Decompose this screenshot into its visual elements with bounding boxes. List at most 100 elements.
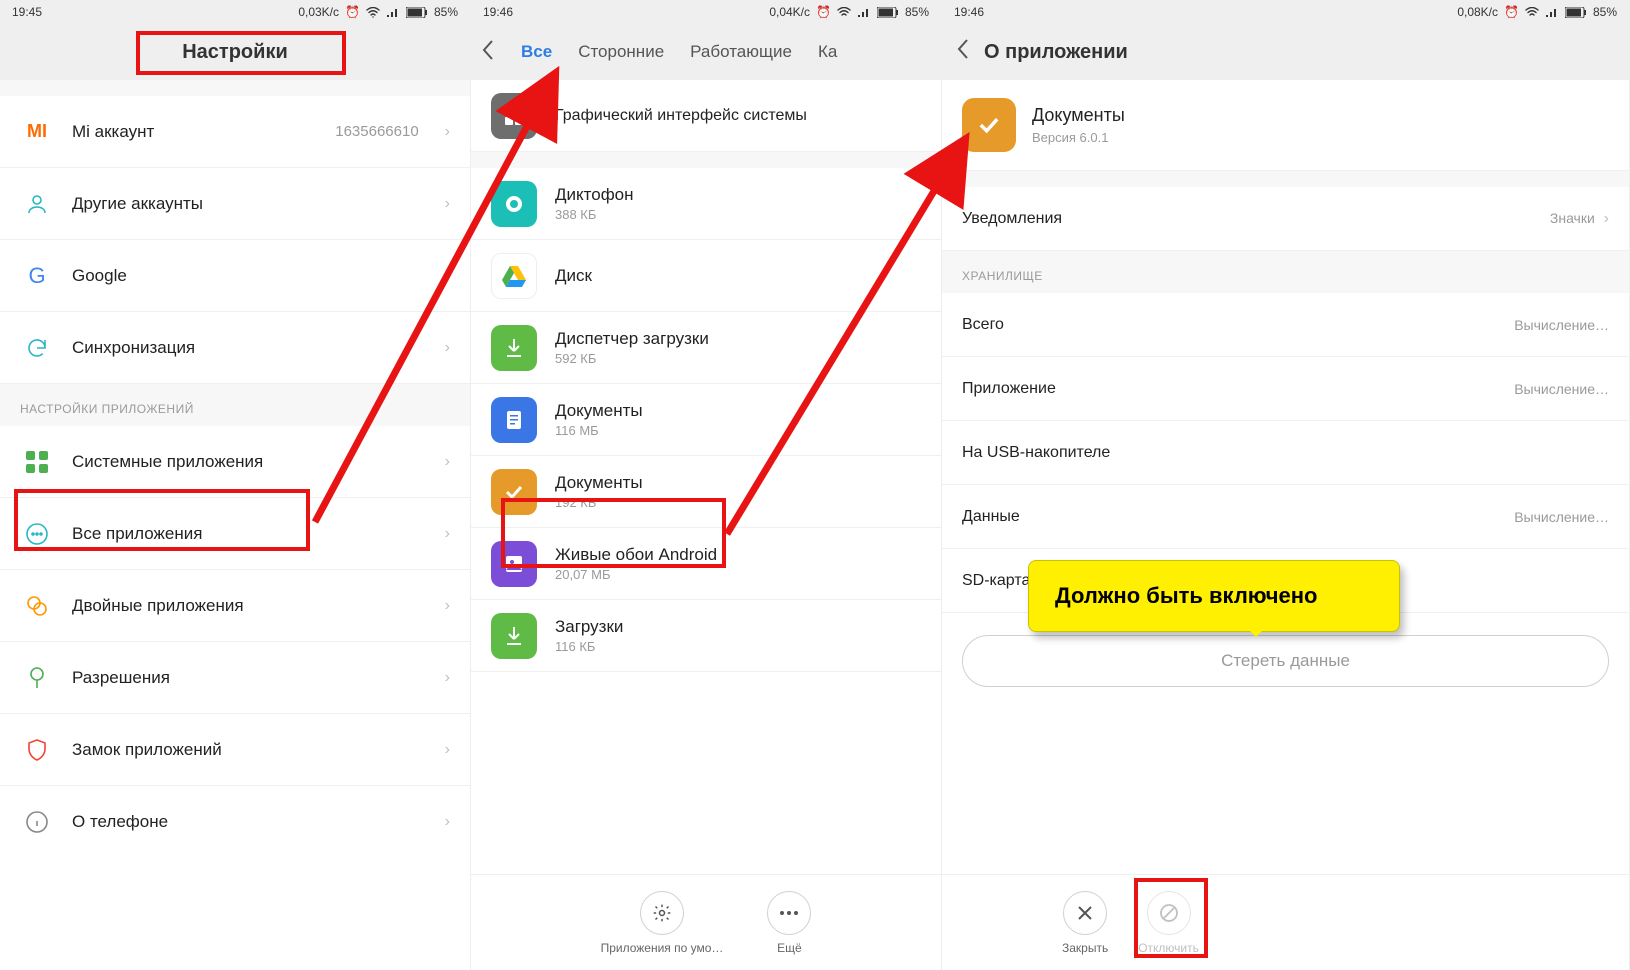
app-row-systemui[interactable]: Графический интерфейс системы xyxy=(471,80,941,152)
row-about-phone[interactable]: О телефоне › xyxy=(0,786,470,858)
person-icon xyxy=(20,187,54,221)
grid-icon xyxy=(20,445,54,479)
row-value: Вычисление… xyxy=(1514,509,1609,525)
disable-icon xyxy=(1147,891,1191,935)
settings-screen: 19:45 0,03K/c ⏰ 85% Настройки xyxy=(0,0,471,970)
app-icon xyxy=(491,181,537,227)
chevron-right-icon: › xyxy=(445,813,450,831)
battery-icon xyxy=(1565,7,1587,18)
app-row-docs-google[interactable]: Документы116 МБ xyxy=(471,384,941,456)
row-permissions[interactable]: Разрешения › xyxy=(0,642,470,714)
status-battery: 85% xyxy=(905,5,929,19)
chevron-right-icon: › xyxy=(445,669,450,687)
row-value: Вычисление… xyxy=(1514,317,1609,333)
row-app-size: Приложение Вычисление… xyxy=(942,357,1629,421)
wifi-icon xyxy=(366,7,380,18)
row-label: Разрешения xyxy=(72,668,427,688)
app-row-downloads[interactable]: Загрузки116 КБ xyxy=(471,600,941,672)
row-notifications[interactable]: Уведомления Значки › xyxy=(942,187,1629,251)
row-label: Приложение xyxy=(962,380,1056,398)
row-label: Данные xyxy=(962,508,1020,526)
alarm-icon: ⏰ xyxy=(345,5,360,19)
app-size: 592 КБ xyxy=(555,351,921,366)
download-icon xyxy=(491,613,537,659)
alarm-icon: ⏰ xyxy=(816,5,831,19)
disable-button[interactable]: Отключить xyxy=(1138,891,1199,955)
app-icon xyxy=(962,98,1016,152)
status-time: 19:46 xyxy=(483,5,513,19)
row-usb: На USB-накопителе xyxy=(942,421,1629,485)
row-dual-apps[interactable]: Двойные приложения › xyxy=(0,570,470,642)
row-value: Значки xyxy=(1550,210,1595,226)
docs-miui-icon xyxy=(491,469,537,515)
signal-icon xyxy=(857,7,871,18)
section-storage: ХРАНИЛИЩЕ xyxy=(942,251,1629,293)
about-header: О приложении xyxy=(942,24,1629,80)
row-google[interactable]: G Google › xyxy=(0,240,470,312)
app-name: Диск xyxy=(555,266,921,286)
row-all-apps[interactable]: Все приложения › xyxy=(0,498,470,570)
chevron-right-icon: › xyxy=(445,195,450,213)
app-name: Загрузки xyxy=(555,617,921,637)
tab-running[interactable]: Работающие xyxy=(690,42,792,62)
row-label: SD-карта xyxy=(962,572,1030,590)
back-button[interactable] xyxy=(481,39,495,66)
all-apps-screen: 19:46 0,04K/c ⏰ 85% Все Сторонние Работа… xyxy=(471,0,942,970)
status-battery: 85% xyxy=(1593,5,1617,19)
row-label: Системные приложения xyxy=(72,452,427,472)
app-row-recorder[interactable]: Диктофон388 КБ xyxy=(471,168,941,240)
app-row-drive[interactable]: Диск xyxy=(471,240,941,312)
tooltip: Должно быть включено xyxy=(1028,560,1400,632)
status-bar: 19:46 0,08K/c ⏰ 85% xyxy=(942,0,1629,24)
row-label: Синхронизация xyxy=(72,338,427,358)
button-label: Ещё xyxy=(777,941,802,955)
alarm-icon: ⏰ xyxy=(1504,5,1519,19)
app-name: Документы xyxy=(555,401,921,421)
row-data: Данные Вычисление… xyxy=(942,485,1629,549)
wallpaper-icon xyxy=(491,541,537,587)
app-row-livewallpapers[interactable]: Живые обои Android20,07 МБ xyxy=(471,528,941,600)
chevron-right-icon: › xyxy=(445,453,450,471)
row-label: О телефоне xyxy=(72,812,427,832)
button-label: Отключить xyxy=(1138,941,1199,955)
default-apps-button[interactable]: Приложения по умо… xyxy=(601,891,724,955)
back-button[interactable] xyxy=(956,38,970,66)
app-row-docs-miui[interactable]: Документы192 КБ xyxy=(471,456,941,528)
page-title: О приложении xyxy=(984,41,1128,64)
settings-list[interactable]: MI Mi аккаунт 1635666610 › Другие аккаун… xyxy=(0,80,470,970)
row-mi-account[interactable]: MI Mi аккаунт 1635666610 › xyxy=(0,96,470,168)
chevron-right-icon: › xyxy=(1604,210,1609,227)
row-label: Google xyxy=(72,266,427,286)
row-label: Mi аккаунт xyxy=(72,122,317,142)
close-icon xyxy=(1063,891,1107,935)
docs-icon xyxy=(491,397,537,443)
tab-all[interactable]: Все xyxy=(521,42,552,62)
row-sync[interactable]: Синхронизация › xyxy=(0,312,470,384)
app-row-download-manager[interactable]: Диспетчер загрузки592 КБ xyxy=(471,312,941,384)
tab-cached[interactable]: Ка xyxy=(818,42,837,62)
row-system-apps[interactable]: Системные приложения › xyxy=(0,426,470,498)
app-icon xyxy=(491,93,537,139)
drive-icon xyxy=(491,253,537,299)
button-label: Закрыть xyxy=(1062,941,1108,955)
row-other-accounts[interactable]: Другие аккаунты › xyxy=(0,168,470,240)
app-size: 20,07 МБ xyxy=(555,567,921,582)
bottom-actions: Приложения по умо… Ещё xyxy=(471,874,941,970)
permission-icon xyxy=(20,661,54,695)
chevron-right-icon: › xyxy=(445,741,450,759)
about-app-screen: 19:46 0,08K/c ⏰ 85% О приложении Докумен… xyxy=(942,0,1630,970)
apps-list[interactable]: Графический интерфейс системы Диктофон38… xyxy=(471,80,941,970)
section-header: НАСТРОЙКИ ПРИЛОЖЕНИЙ xyxy=(0,384,470,426)
tab-thirdparty[interactable]: Сторонние xyxy=(578,42,664,62)
signal-icon xyxy=(386,7,400,18)
status-time: 19:45 xyxy=(12,5,42,19)
tooltip-text: Должно быть включено xyxy=(1055,583,1318,608)
row-label: Другие аккаунты xyxy=(72,194,427,214)
status-speed: 0,08K/c xyxy=(1457,5,1498,19)
more-button[interactable]: Ещё xyxy=(767,891,811,955)
app-name: Диктофон xyxy=(555,185,921,205)
erase-data-button[interactable]: Стереть данные xyxy=(962,635,1609,687)
close-button[interactable]: Закрыть xyxy=(1062,891,1108,955)
row-value: Вычисление… xyxy=(1514,381,1609,397)
row-app-lock[interactable]: Замок приложений › xyxy=(0,714,470,786)
